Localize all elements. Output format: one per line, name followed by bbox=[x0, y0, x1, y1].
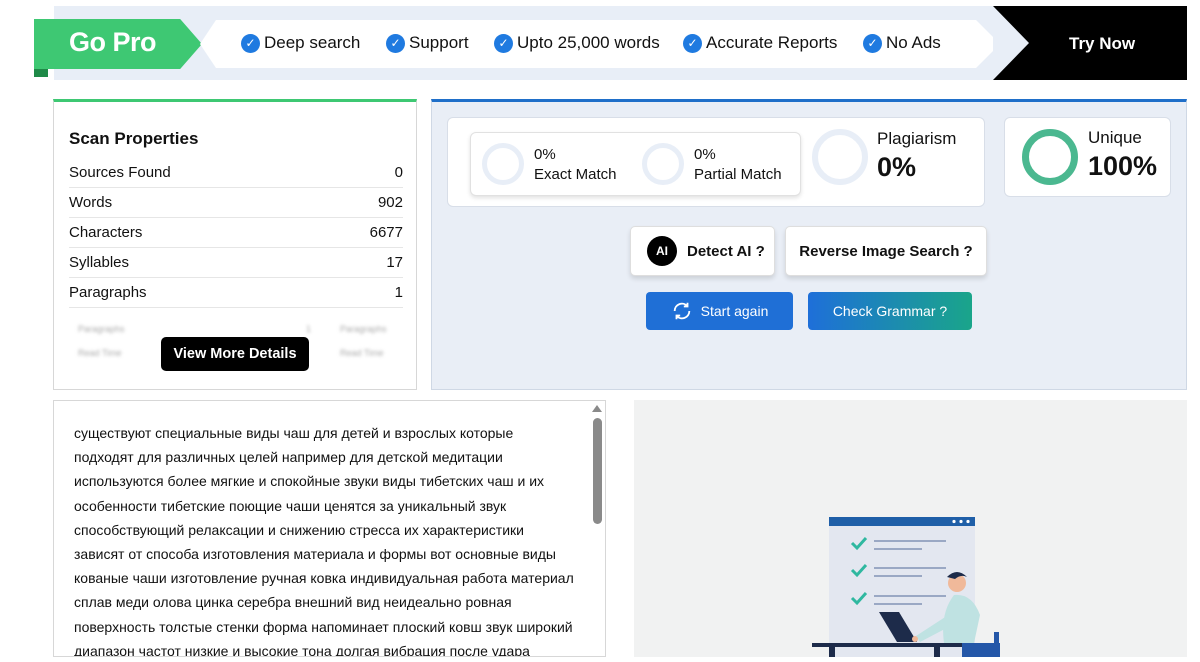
blurred-label: Paragraphs bbox=[78, 324, 125, 334]
plagiarism-label: Plagiarism bbox=[877, 129, 957, 148]
scan-row-syllables: Syllables 17 bbox=[69, 248, 403, 278]
scan-row-value: 6677 bbox=[369, 224, 403, 241]
exact-match-percent: 0% bbox=[534, 146, 556, 163]
check-icon: ✓ bbox=[386, 33, 405, 53]
illustration-panel bbox=[634, 400, 1187, 657]
blurred-label: Read Time bbox=[340, 348, 384, 358]
partial-match-ring bbox=[642, 143, 684, 185]
check-icon: ✓ bbox=[494, 33, 513, 53]
unique-ring bbox=[1022, 129, 1078, 185]
reverse-image-search-button[interactable]: Reverse Image Search ? bbox=[785, 226, 987, 276]
feature-no-ads: ✓ No Ads bbox=[863, 33, 941, 53]
feature-label: Upto 25,000 words bbox=[517, 33, 660, 52]
detect-ai-label: Detect AI ? bbox=[687, 242, 765, 260]
plagiarism-value: 0% bbox=[877, 152, 917, 182]
feature-accurate-reports: ✓ Accurate Reports bbox=[683, 33, 837, 53]
unique-label: Unique bbox=[1088, 128, 1142, 147]
scan-row-label: Paragraphs bbox=[69, 284, 147, 301]
partial-match-label: Partial Match bbox=[694, 166, 782, 183]
feature-label: Deep search bbox=[264, 33, 361, 52]
feature-label: Support bbox=[409, 33, 469, 52]
partial-match-percent: 0% bbox=[694, 146, 716, 163]
check-icon: ✓ bbox=[683, 33, 702, 53]
feature-label: Accurate Reports bbox=[706, 33, 838, 52]
feature-deep-search: ✓ Deep search bbox=[241, 33, 360, 53]
start-again-button[interactable]: Start again bbox=[646, 292, 793, 330]
ai-icon: AI bbox=[647, 236, 677, 266]
plagiarism-ring bbox=[812, 129, 868, 185]
input-text-content: существуют специальные виды чаш для дете… bbox=[74, 425, 574, 657]
check-icon: ✓ bbox=[241, 33, 260, 53]
scan-row-value: 1 bbox=[394, 284, 403, 301]
start-again-label: Start again bbox=[700, 303, 769, 319]
scan-row-value: 0 bbox=[394, 164, 403, 181]
scan-row-sources: Sources Found 0 bbox=[69, 158, 403, 188]
check-grammar-button[interactable]: Check Grammar ? bbox=[808, 292, 972, 330]
go-pro-label: Go Pro bbox=[69, 27, 157, 57]
check-grammar-label: Check Grammar ? bbox=[832, 303, 948, 319]
feature-support: ✓ Support bbox=[386, 33, 469, 53]
blurred-label: Paragraphs bbox=[340, 324, 387, 334]
scroll-up-arrow-icon[interactable] bbox=[592, 405, 602, 412]
scan-properties-title: Scan Properties bbox=[69, 129, 199, 148]
refresh-icon bbox=[673, 302, 690, 320]
scan-row-value: 17 bbox=[386, 254, 403, 271]
check-icon: ✓ bbox=[863, 33, 882, 53]
feature-word-limit: ✓ Upto 25,000 words bbox=[494, 33, 660, 53]
scan-row-label: Syllables bbox=[69, 254, 130, 271]
person-checklist-illustration bbox=[812, 517, 1000, 657]
scan-row-paragraphs: Paragraphs 1 bbox=[69, 278, 403, 308]
feature-label: No Ads bbox=[886, 33, 941, 52]
scan-row-label: Characters bbox=[69, 224, 143, 241]
detect-ai-button[interactable]: AI Detect AI ? bbox=[630, 226, 775, 276]
reverse-image-search-label: Reverse Image Search ? bbox=[799, 242, 973, 260]
blurred-value: 1 bbox=[306, 324, 312, 334]
scan-row-label: Words bbox=[69, 194, 113, 211]
try-now-label[interactable]: Try Now bbox=[1069, 34, 1135, 54]
scan-row-words: Words 902 bbox=[69, 188, 403, 218]
input-text-area[interactable]: существуют специальные виды чаш для дете… bbox=[53, 400, 606, 657]
unique-value: 100% bbox=[1088, 151, 1158, 181]
scan-row-value: 902 bbox=[377, 194, 403, 211]
exact-match-label: Exact Match bbox=[534, 166, 617, 183]
blurred-label: Read Time bbox=[78, 348, 122, 358]
scan-row-label: Sources Found bbox=[69, 164, 171, 181]
exact-match-ring bbox=[482, 143, 524, 185]
scan-row-characters: Characters 6677 bbox=[69, 218, 403, 248]
view-more-details-button[interactable]: View More Details bbox=[161, 337, 309, 371]
scrollbar-thumb[interactable] bbox=[593, 418, 602, 524]
